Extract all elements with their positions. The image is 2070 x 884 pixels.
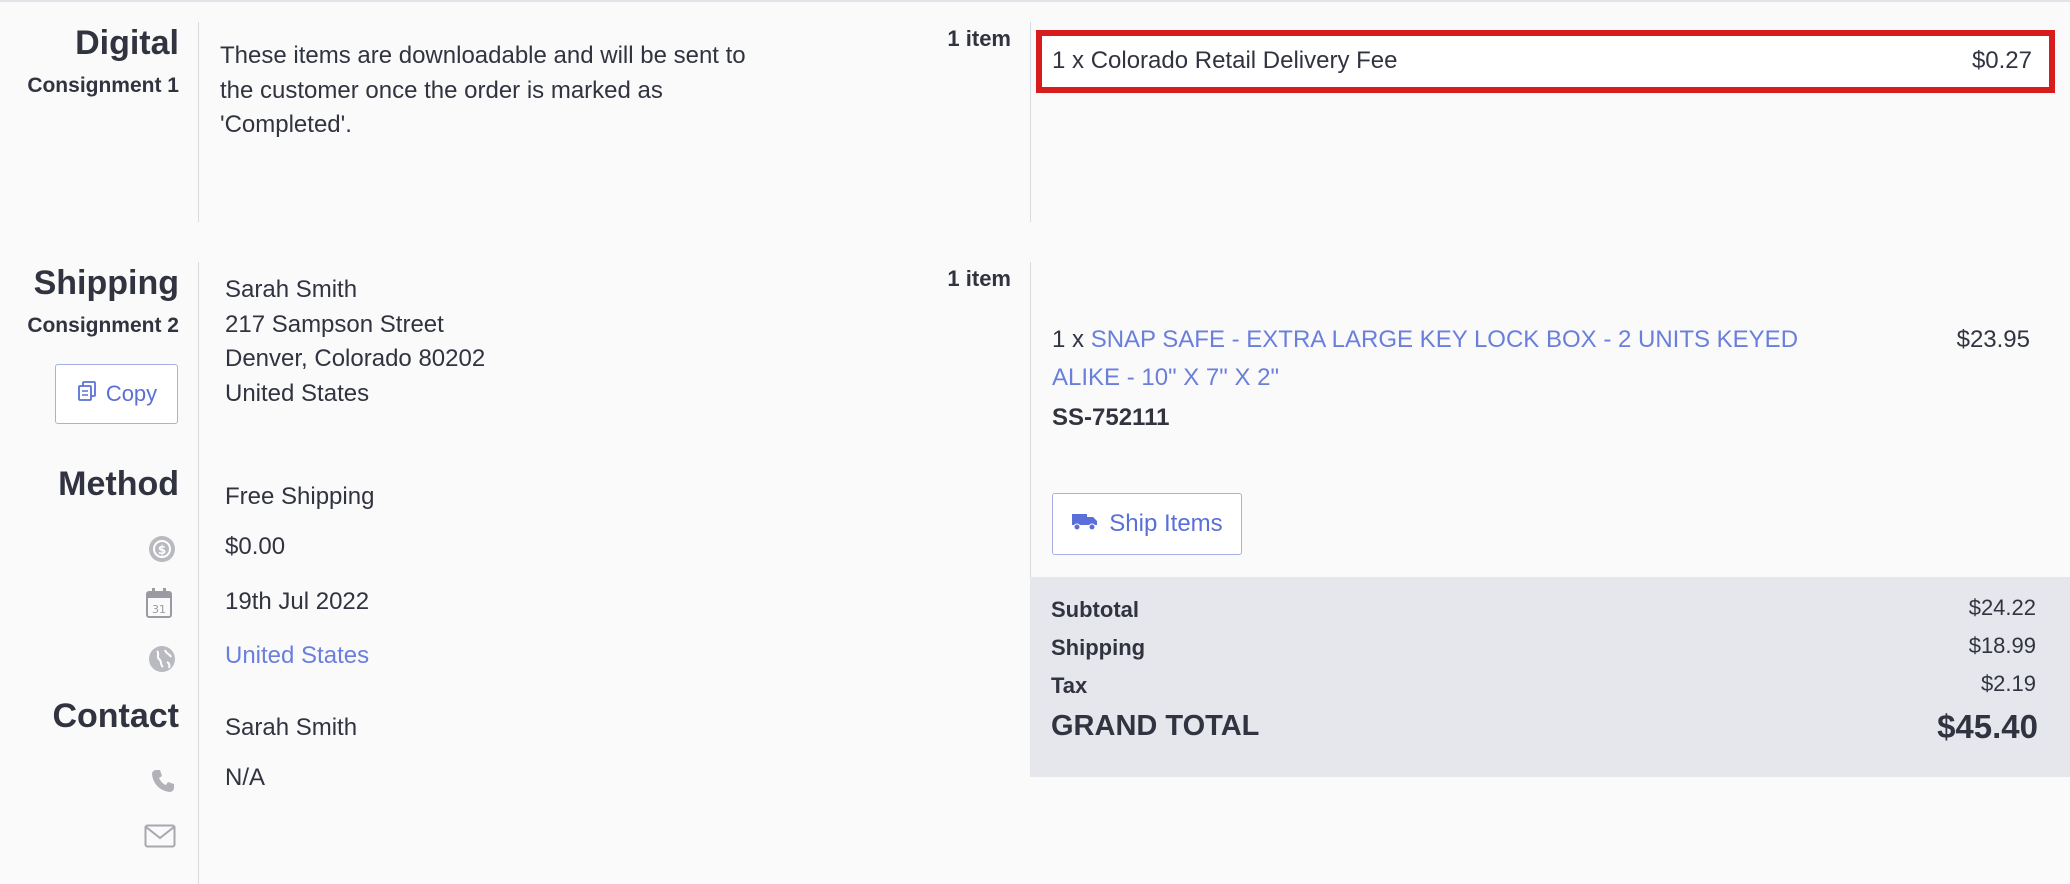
ship-items-label: Ship Items bbox=[1109, 510, 1223, 537]
shipping-title: Shipping bbox=[33, 264, 179, 302]
digital-item-row: 1 x Colorado Retail Delivery Fee $0.27 bbox=[1036, 30, 2055, 93]
dollar-circle-icon: $ bbox=[146, 533, 178, 565]
phone-icon bbox=[147, 765, 179, 797]
grand-total-label: GRAND TOTAL bbox=[1051, 710, 1260, 742]
tax-value: $2.19 bbox=[1980, 671, 2036, 696]
shipping-address-name: Sarah Smith bbox=[225, 276, 358, 303]
shipping-right-divider bbox=[1030, 262, 1031, 577]
truck-icon bbox=[1071, 510, 1099, 538]
shipping-item-link[interactable]: SNAP SAFE - EXTRA LARGE KEY LOCK BOX - 2… bbox=[1091, 326, 1798, 353]
digital-item-qty: 1 x bbox=[1052, 47, 1085, 74]
shipping-total-label: Shipping bbox=[1051, 635, 1146, 660]
svg-text:$: $ bbox=[158, 543, 166, 557]
method-date: 19th Jul 2022 bbox=[225, 588, 370, 615]
copy-icon bbox=[76, 380, 98, 408]
shipping-address-city: Denver, Colorado 80202 bbox=[225, 345, 486, 372]
method-name: Free Shipping bbox=[225, 483, 375, 510]
subtotal-label: Subtotal bbox=[1051, 597, 1139, 622]
digital-right-divider bbox=[1030, 22, 1031, 222]
shipping-item-link-line-2[interactable]: ALIKE - 10" X 7" X 2" bbox=[1052, 361, 1279, 395]
order-totals-panel: Subtotal $24.22 Shipping $18.99 Tax $2.1… bbox=[1030, 577, 2070, 777]
contact-name: Sarah Smith bbox=[225, 714, 358, 741]
digital-item-count: 1 item bbox=[947, 26, 1011, 51]
digital-description-line-1: These items are downloadable and will be… bbox=[220, 42, 746, 69]
calendar-icon: 31 bbox=[143, 587, 175, 619]
copy-label: Copy bbox=[105, 381, 158, 406]
method-country-link[interactable]: United States bbox=[225, 639, 369, 673]
method-cost: $0.00 bbox=[225, 533, 286, 560]
digital-item-price: $0.27 bbox=[1971, 47, 2032, 74]
tax-label: Tax bbox=[1051, 673, 1088, 698]
top-divider bbox=[0, 0, 2070, 2]
shipping-item-qty: 1 x bbox=[1052, 326, 1085, 353]
contact-phone: N/A bbox=[225, 764, 266, 791]
digital-subtitle: Consignment 1 bbox=[27, 74, 179, 97]
shipping-left-divider bbox=[198, 262, 199, 884]
section-labels: Digital Consignment 1 Shipping Consignme… bbox=[0, 0, 179, 884]
digital-description-line-2: the customer once the order is marked as bbox=[220, 77, 663, 104]
shipping-address-street: 217 Sampson Street bbox=[225, 311, 444, 338]
shipping-item-count: 1 item bbox=[947, 266, 1011, 291]
digital-item-text: 1 x Colorado Retail Delivery Fee bbox=[1052, 44, 1397, 78]
method-title: Method bbox=[58, 465, 179, 503]
digital-title: Digital bbox=[75, 24, 179, 62]
shipping-subtitle: Consignment 2 bbox=[27, 314, 179, 337]
ship-items-button[interactable]: Ship Items bbox=[1052, 493, 1242, 555]
envelope-icon bbox=[144, 820, 176, 852]
digital-left-divider bbox=[198, 22, 199, 222]
shipping-item-sku: SS-752111 bbox=[1052, 404, 1170, 431]
svg-text:31: 31 bbox=[152, 603, 166, 616]
digital-item-name: Colorado Retail Delivery Fee bbox=[1090, 47, 1398, 74]
digital-description-line-3: 'Completed'. bbox=[220, 111, 352, 138]
shipping-total-value: $18.99 bbox=[1968, 633, 2036, 658]
grand-total-value: $45.40 bbox=[1937, 708, 2038, 745]
copy-address-button[interactable]: Copy bbox=[55, 364, 178, 424]
globe-icon bbox=[146, 643, 178, 675]
contact-title: Contact bbox=[52, 697, 179, 735]
shipping-item-price: $23.95 bbox=[1956, 326, 2030, 353]
shipping-address-country: United States bbox=[225, 380, 370, 407]
shipping-item-line-1: 1 x SNAP SAFE - EXTRA LARGE KEY LOCK BOX… bbox=[1052, 323, 1798, 357]
subtotal-value: $24.22 bbox=[1968, 595, 2036, 620]
